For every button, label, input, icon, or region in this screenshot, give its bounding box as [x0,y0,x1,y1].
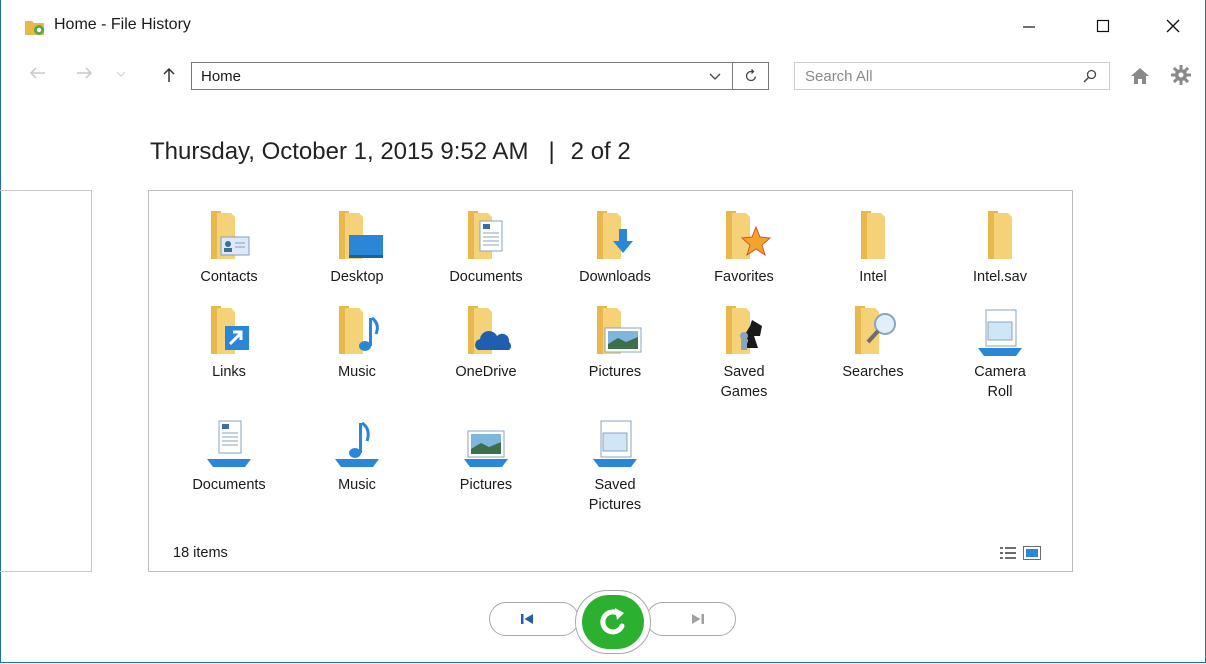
item-contacts[interactable]: Contacts [174,209,284,287]
library-music-icon [335,421,379,467]
item-music-folder[interactable]: Music [302,304,412,382]
snapshot-heading: Thursday, October 1, 2015 9:52 AM | 2 of 2 [150,138,631,166]
maximize-icon [1096,19,1110,33]
item-label: Contacts [200,269,258,285]
restore-button-face[interactable] [582,595,644,649]
folder-downloads-icon [597,211,633,259]
item-label: Intel.sav [973,269,1027,285]
chevron-down-icon[interactable] [708,69,722,83]
window-title: Home - File History [54,16,191,33]
folder-pictures-icon [597,306,642,354]
folder-icon [861,211,885,259]
folder-icon [988,211,1012,259]
address-value[interactable]: Home [201,68,241,85]
item-label: Pictures [459,477,513,493]
restore-button[interactable] [575,590,651,654]
folder-desktop-icon [339,211,383,259]
item-desktop[interactable]: Desktop [302,209,412,287]
item-label: Music [338,364,376,380]
close-icon [1166,19,1180,33]
library-camera-roll-icon [978,309,1022,356]
previous-version-button[interactable] [489,602,579,636]
item-label: Desktop [330,269,384,285]
item-label: Camera Roll [974,364,1026,400]
folder-onedrive-icon [468,306,511,354]
search-icon[interactable] [1083,69,1097,83]
title-bar[interactable]: Home - File History [0,0,1206,52]
up-button[interactable] [158,64,180,86]
back-icon[interactable] [28,66,46,80]
library-documents-icon [207,420,251,467]
forward-icon[interactable] [76,66,94,80]
item-label: Saved Games [720,364,768,400]
heading-separator: | [548,138,555,165]
item-pictures-folder[interactable]: Pictures [560,304,670,382]
item-documents-folder[interactable]: Documents [431,209,541,287]
item-intel-sav[interactable]: Intel.sav [945,209,1055,287]
item-label: Documents [449,269,523,285]
item-intel[interactable]: Intel [818,209,928,287]
item-searches[interactable]: Searches [818,304,928,382]
maximize-button[interactable] [1080,10,1126,42]
snapshot-position: 2 of 2 [570,138,631,165]
file-list-panel: Contacts Desktop Documents Downloads Fav… [148,190,1073,572]
item-label: Links [212,364,246,380]
item-label: Favorites [714,269,774,285]
folder-favorites-icon [726,211,772,259]
next-snapshot-area [1116,190,1206,572]
file-history-app-icon [25,21,44,35]
item-label: Searches [842,364,904,380]
up-arrow-icon [163,67,175,82]
item-favorites[interactable]: Favorites [689,209,799,287]
minimize-icon [1023,26,1035,28]
refresh-button[interactable] [733,62,769,90]
large-icons-view-icon[interactable] [1023,546,1041,560]
search-box[interactable]: Search All [794,62,1110,90]
next-version-button[interactable] [646,602,736,636]
minimize-button[interactable] [1006,10,1052,42]
home-icon[interactable] [1130,66,1150,86]
item-label: Downloads [579,269,651,285]
skip-previous-icon [521,614,533,624]
item-camera-roll[interactable]: Camera Roll [945,304,1055,402]
gear-icon[interactable] [1170,64,1192,86]
item-music-library[interactable]: Music [302,417,412,495]
item-onedrive[interactable]: OneDrive [431,304,541,382]
item-label: Pictures [588,364,642,380]
folder-links-icon [211,306,249,354]
item-label: OneDrive [455,364,517,380]
close-button[interactable] [1150,10,1196,42]
item-saved-games[interactable]: Saved Games [689,304,799,402]
address-bar[interactable]: Home [191,62,733,90]
refresh-icon [745,69,756,82]
folder-music-icon [339,306,379,354]
item-downloads[interactable]: Downloads [560,209,670,287]
item-label: Saved Pictures [588,477,642,513]
library-saved-pictures-icon [593,420,637,467]
details-view-icon[interactable] [1000,546,1016,560]
folder-documents-icon [468,211,503,259]
item-count: 18 items [173,545,228,561]
item-links[interactable]: Links [174,304,284,382]
skip-next-icon [692,614,704,624]
item-documents-library[interactable]: Documents [174,417,284,495]
folder-contacts-icon [211,211,250,259]
item-label: Intel [859,269,887,285]
previous-snapshot-panel[interactable] [0,190,92,572]
item-label: Documents [192,477,266,493]
snapshot-date: Thursday, October 1, 2015 9:52 AM [150,138,529,165]
search-placeholder[interactable]: Search All [805,68,873,85]
item-pictures-library[interactable]: Pictures [431,417,541,495]
recent-locations-icon[interactable] [116,70,126,78]
item-saved-pictures[interactable]: Saved Pictures [560,417,670,515]
folder-saved-games-icon [726,306,762,354]
folder-searches-icon [855,306,896,354]
item-label: Music [338,477,376,493]
library-pictures-icon [464,430,508,467]
restore-icon [600,608,625,635]
